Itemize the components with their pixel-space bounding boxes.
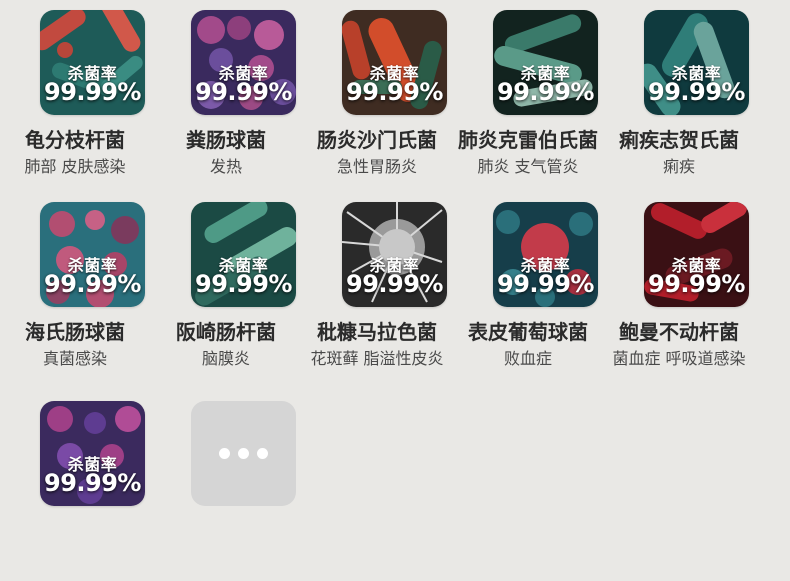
bacteria-image: 杀菌率 99.99% bbox=[644, 10, 749, 115]
bacteria-image: 杀菌率 99.99% bbox=[40, 401, 145, 506]
bacteria-image: 杀菌率 99.99% bbox=[493, 202, 598, 307]
kill-rate-value: 99.99% bbox=[195, 78, 292, 106]
bacteria-card[interactable]: 杀菌率 99.99% 海氏肠球菌 真菌感染 bbox=[0, 202, 150, 382]
kill-rate-value: 99.99% bbox=[648, 270, 745, 298]
kill-rate-value: 99.99% bbox=[346, 78, 443, 106]
more-dot-icon bbox=[238, 448, 249, 459]
bacteria-card[interactable]: 杀菌率 99.99% 阪崎肠杆菌 脑膜炎 bbox=[151, 202, 301, 382]
more-dot-icon bbox=[257, 448, 268, 459]
bacteria-image: 杀菌率 99.99% bbox=[40, 202, 145, 307]
bacteria-image: 杀菌率 99.99% bbox=[191, 10, 296, 115]
kill-rate-value: 99.99% bbox=[346, 270, 443, 298]
more-button[interactable] bbox=[191, 401, 296, 506]
bacteria-disease: 菌血症 呼吸道感染 bbox=[612, 349, 746, 368]
kill-rate-value: 99.99% bbox=[497, 270, 594, 298]
bacteria-card[interactable]: 杀菌率 99.99% 龟分枝杆菌 肺部 皮肤感染 bbox=[0, 10, 150, 190]
bacteria-card[interactable]: 杀菌率 99.99% bbox=[0, 401, 150, 581]
bacteria-image: 杀菌率 99.99% bbox=[493, 10, 598, 115]
kill-rate-value: 99.99% bbox=[44, 78, 141, 106]
more-card[interactable] bbox=[151, 401, 301, 581]
bacteria-card[interactable]: 杀菌率 99.99% 肠炎沙门氏菌 急性胃肠炎 bbox=[302, 10, 452, 190]
bacteria-image: 杀菌率 99.99% bbox=[342, 10, 447, 115]
bacteria-card[interactable]: 杀菌率 99.99% 粪肠球菌 发热 bbox=[151, 10, 301, 190]
bacteria-grid: 杀菌率 99.99% 龟分枝杆菌 肺部 皮肤感染 杀菌率 99.99% 粪肠球菌… bbox=[0, 0, 790, 506]
bacteria-name: 痢疾志贺氏菌 bbox=[619, 128, 739, 152]
bacteria-card[interactable]: 杀菌率 99.99% 表皮葡萄球菌 败血症 bbox=[453, 202, 603, 382]
bacteria-card[interactable]: 杀菌率 99.99% 秕糠马拉色菌 花斑藓 脂溢性皮炎 bbox=[302, 202, 452, 382]
kill-rate-value: 99.99% bbox=[195, 270, 292, 298]
bacteria-disease: 痢疾 bbox=[662, 157, 695, 176]
bacteria-card[interactable]: 杀菌率 99.99% 痢疾志贺氏菌 痢疾 bbox=[604, 10, 754, 190]
bacteria-card[interactable]: 杀菌率 99.99% 鲍曼不动杆菌 菌血症 呼吸道感染 bbox=[604, 202, 754, 382]
kill-rate-value: 99.99% bbox=[44, 469, 141, 497]
bacteria-image: 杀菌率 99.99% bbox=[644, 202, 749, 307]
more-dot-icon bbox=[219, 448, 230, 459]
bacteria-image: 杀菌率 99.99% bbox=[40, 10, 145, 115]
kill-rate-value: 99.99% bbox=[497, 78, 594, 106]
kill-rate-value: 99.99% bbox=[648, 78, 745, 106]
bacteria-name: 鲍曼不动杆菌 bbox=[619, 320, 739, 344]
bacteria-card[interactable]: 杀菌率 99.99% 肺炎克雷伯氏菌 肺炎 支气管炎 bbox=[453, 10, 603, 190]
bacteria-image: 杀菌率 99.99% bbox=[191, 202, 296, 307]
bacteria-image: 杀菌率 99.99% bbox=[342, 202, 447, 307]
kill-rate-value: 99.99% bbox=[44, 270, 141, 298]
